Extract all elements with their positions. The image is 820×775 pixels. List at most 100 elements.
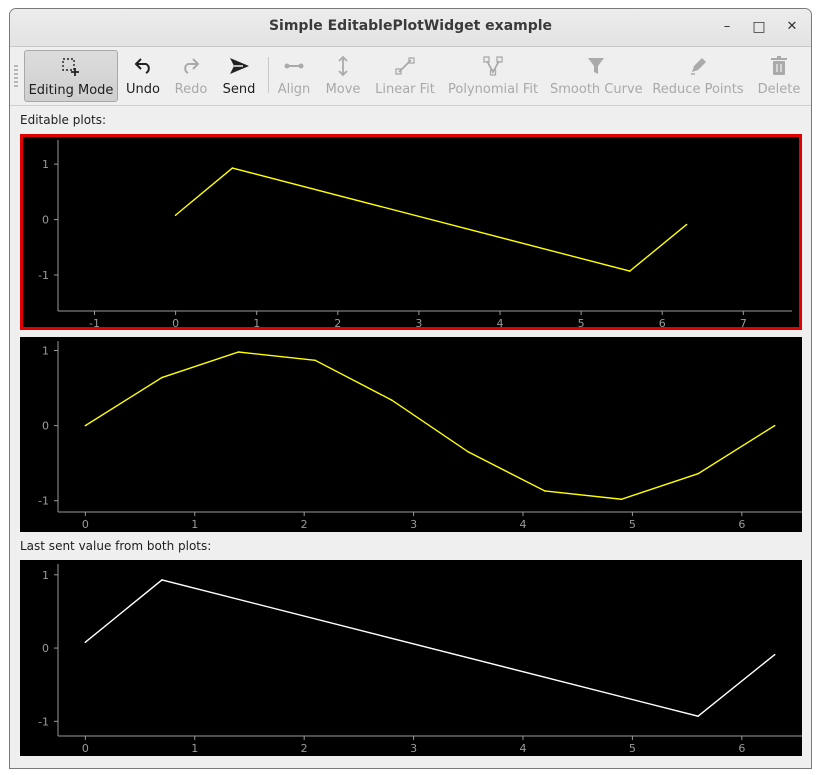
plot-canvas: 0 1 2 3 4 5 6 1 0 -1 [38, 564, 802, 755]
maximize-button[interactable]: □ [748, 17, 770, 37]
editable-plot-2[interactable]: 0 1 2 3 4 5 6 1 0 -1 [20, 337, 802, 532]
select-add-icon [62, 58, 79, 76]
data-point [161, 376, 163, 379]
data-point [544, 490, 546, 492]
align-label: Align [277, 82, 311, 97]
linear-fit-label: Linear Fit [375, 82, 435, 97]
data-point [174, 214, 177, 216]
undo-button[interactable]: Undo [122, 50, 164, 100]
x-tick-label: 6 [738, 518, 745, 531]
align-button[interactable]: Align [274, 50, 314, 100]
data-point [697, 715, 699, 718]
toolbar-grip[interactable] [14, 65, 18, 87]
x-tick-label: 2 [301, 518, 308, 531]
move-button[interactable]: Move [322, 50, 364, 100]
data-point [620, 498, 623, 501]
redo-label: Redo [174, 82, 208, 97]
y-tick-label: 0 [42, 642, 49, 655]
x-tick-label: 0 [82, 742, 89, 755]
data-point [773, 653, 776, 656]
pencil-icon [691, 58, 706, 75]
toolbar: Editing Mode Undo Redo Send Align Move L… [10, 47, 811, 106]
reduce-points-label: Reduce Points [652, 82, 744, 97]
editable-plots-label: Editable plots: [20, 113, 107, 127]
x-tick-label: 5 [629, 742, 636, 755]
polynomial-fit-icon [483, 56, 503, 76]
delete-button[interactable]: Delete [754, 50, 804, 100]
reduce-points-button[interactable]: Reduce Points [652, 50, 744, 100]
move-label: Move [325, 82, 361, 97]
data-point [685, 223, 688, 226]
data-point [161, 579, 163, 581]
redo-button[interactable]: Redo [170, 50, 212, 100]
trash-icon [771, 56, 787, 75]
close-button[interactable]: ✕ [781, 17, 803, 37]
x-tick-label: 6 [738, 742, 745, 755]
smooth-curve-label: Smooth Curve [550, 82, 643, 97]
y-tick-label: 1 [42, 158, 49, 171]
x-tick-label: 2 [301, 742, 308, 755]
x-tick-label: 1 [191, 518, 198, 531]
x-tick-label: -1 [89, 317, 100, 330]
x-tick-label: 2 [334, 317, 341, 330]
y-tick-label: 0 [42, 214, 49, 227]
linear-fit-icon [395, 57, 415, 75]
polynomial-fit-label: Polynomial Fit [448, 82, 539, 97]
data-point [628, 270, 631, 272]
data-point [84, 641, 87, 644]
x-tick-label: 1 [253, 317, 260, 330]
y-tick-label: -1 [38, 269, 49, 282]
series-line [84, 579, 776, 717]
data-point [697, 472, 699, 475]
y-tick-label: 1 [42, 569, 49, 582]
data-point [390, 399, 393, 401]
x-tick-label: 3 [410, 518, 417, 531]
title-bar[interactable]: Simple EditablePlotWidget example – □ ✕ [10, 9, 811, 47]
data-point [84, 424, 87, 427]
y-tick-label: -1 [38, 495, 49, 508]
app-window: Simple EditablePlotWidget example – □ ✕ … [9, 8, 812, 769]
y-tick-label: -1 [38, 715, 49, 728]
plot-canvas: 0 1 2 3 4 5 6 1 0 -1 [38, 341, 802, 531]
undo-label: Undo [126, 82, 160, 97]
x-tick-label: 0 [82, 518, 89, 531]
move-vertical-icon [338, 55, 348, 77]
x-tick-label: 7 [740, 317, 747, 330]
y-tick-label: 0 [42, 420, 49, 433]
polynomial-fit-button[interactable]: Polynomial Fit [448, 50, 538, 100]
undo-icon [134, 58, 150, 74]
editable-plot-1[interactable]: -1 0 1 2 3 4 5 6 7 1 0 -1 [20, 134, 802, 330]
data-point [231, 167, 234, 169]
data-point [237, 351, 240, 353]
x-tick-label: 4 [520, 518, 527, 531]
data-point [314, 359, 316, 362]
smooth-curve-button[interactable]: Smooth Curve [550, 50, 643, 100]
x-tick-label: 1 [191, 742, 198, 755]
align-icon [284, 63, 304, 69]
window-title: Simple EditablePlotWidget example [268, 18, 553, 34]
send-label: Send [222, 82, 256, 97]
editing-mode-button[interactable]: Editing Mode [24, 50, 118, 102]
filter-icon [588, 58, 604, 74]
send-icon [230, 58, 249, 74]
last-sent-plot[interactable]: 0 1 2 3 4 5 6 1 0 -1 [20, 560, 802, 756]
x-tick-label: 3 [415, 317, 422, 330]
last-sent-label: Last sent value from both plots: [20, 539, 212, 553]
send-button[interactable]: Send [218, 50, 260, 100]
x-tick-label: 3 [410, 742, 417, 755]
y-tick-label: 1 [42, 345, 49, 358]
toolbar-separator [268, 57, 269, 93]
linear-fit-button[interactable]: Linear Fit [374, 50, 436, 100]
delete-label: Delete [757, 82, 801, 97]
editing-mode-label: Editing Mode [28, 83, 114, 98]
series-line [175, 167, 688, 272]
redo-icon [184, 58, 200, 74]
x-tick-label: 6 [659, 317, 666, 330]
x-tick-label: 5 [578, 317, 585, 330]
data-point [773, 424, 776, 427]
series-line [84, 351, 776, 500]
x-tick-label: 4 [497, 317, 504, 330]
x-tick-label: 5 [629, 518, 636, 531]
minimize-button[interactable]: – [716, 17, 738, 37]
plot-canvas: -1 0 1 2 3 4 5 6 7 1 0 -1 [38, 140, 792, 330]
